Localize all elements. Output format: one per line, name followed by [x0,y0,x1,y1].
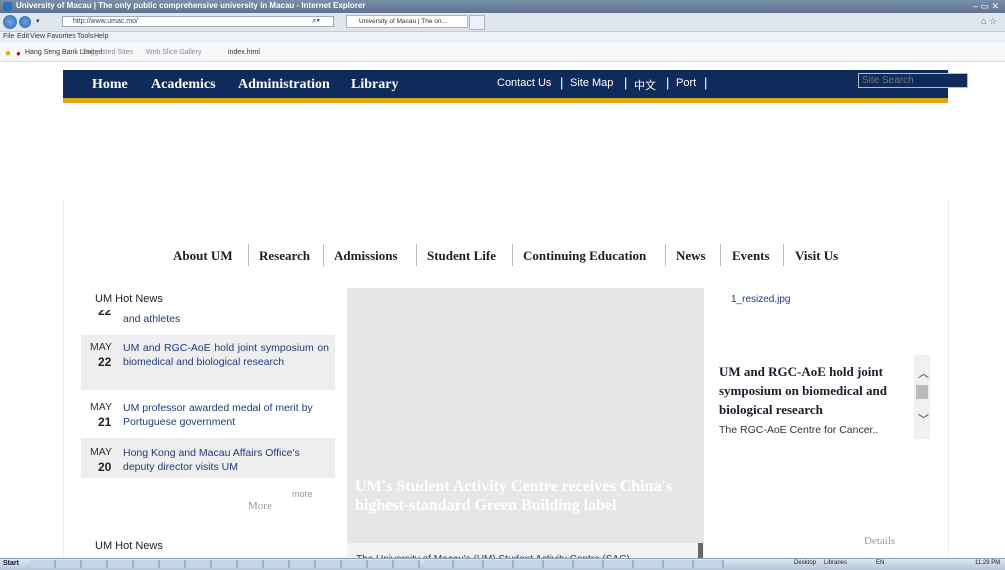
search-go-icon[interactable]: ⌕▾ [312,16,320,26]
menu-tools[interactable]: Tools [77,33,93,40]
favorites-bar: ★ ● Hang Seng Bank Limited Suggested Sit… [0,43,1005,62]
new-tab-button[interactable] [469,15,485,30]
feature-scrollbar[interactable]: ︿ ﹀ [914,355,930,439]
secnav-divider [323,244,324,266]
address-bar-row: ▾ http://www.umac.mo/ ⌕▾ University of M… [0,13,1005,32]
content-border-right [948,200,949,558]
secnav-research[interactable]: Research [259,248,310,264]
details-link[interactable]: Details [864,535,895,547]
site-search-input[interactable] [858,73,968,88]
menu-edit[interactable]: Edit [17,33,29,40]
news-heading-2: UM Hot News [95,540,163,552]
secnav-visit-us[interactable]: Visit Us [795,248,838,264]
home-star-gear-icons[interactable]: ⌂ ☆ [981,16,997,27]
separator: | [666,75,670,90]
chinese-link[interactable]: 中文 [634,77,656,93]
taskbar-buttons-2[interactable] [424,560,724,568]
separator: | [704,75,708,90]
taskbar-libraries[interactable]: Libraries [824,560,847,566]
fav-web-slice[interactable]: Web Slice Gallery [146,49,202,56]
news-month: MAY [90,341,112,353]
forward-icon[interactable] [19,16,31,28]
secnav-divider [720,244,721,266]
nav-library[interactable]: Library [351,77,398,93]
secnav-divider [783,244,784,266]
bank-icon: ● [16,49,21,58]
menu-help[interactable]: Help [94,33,108,40]
news-text[interactable]: UM professor awarded medal of merit by P… [123,401,329,429]
news-list[interactable]: 22 and athletes MAY 22 UM and RGC-AoE ho… [81,310,336,478]
menu-view[interactable]: View [30,33,45,40]
more-link[interactable]: More [248,500,272,512]
address-input[interactable]: http://www.umac.mo/ [62,16,334,27]
news-day: 22 [98,355,112,369]
secnav-events[interactable]: Events [732,248,770,264]
slideshow-image[interactable] [347,288,704,569]
news-item[interactable]: MAY 22 UM and RGC-AoE hold joint symposi… [81,335,335,390]
news-day: 20 [98,460,112,474]
menu-bar: File Edit View Favorites Tools Help [0,32,1005,43]
site-nav-bar: Home Academics Administration Library Co… [63,70,968,103]
feature-headline[interactable]: UM and RGC-AoE hold joint symposium on b… [719,362,911,419]
news-item-partial[interactable]: 22 and athletes [81,310,335,332]
scroll-up-icon[interactable]: ︿ [918,365,929,381]
favorites-star-icon[interactable]: ★ [4,48,12,59]
separator: | [560,75,564,90]
news-month: MAY [90,446,112,458]
dropdown-icon[interactable]: ▾ [36,17,40,25]
nav-home[interactable]: Home [92,77,128,93]
feature-image-link[interactable]: 1_resized.jpg [731,294,790,305]
news-day: 22 [98,310,112,318]
secnav-divider [248,244,249,266]
feature-snippet: The RGC-AoE Centre for Cancer.. [719,424,879,436]
secnav-news[interactable]: News [676,248,706,264]
separator: | [624,75,628,90]
news-item[interactable]: MAY 21 UM professor awarded medal of mer… [81,394,335,434]
back-icon[interactable] [3,15,17,29]
scroll-thumb[interactable] [916,385,928,399]
nav-administration[interactable]: Administration [238,77,330,93]
news-month: MAY [90,401,112,413]
window-title-bar: University of Macau | The only public co… [0,0,1005,13]
scroll-down-icon[interactable]: ﹀ [918,411,929,427]
start-button[interactable]: Start [3,560,19,567]
secnav-admissions[interactable]: Admissions [334,248,398,264]
window-controls[interactable]: – ▭ ✕ [973,1,999,12]
news-item[interactable]: MAY 20 Hong Kong and Macau Affairs Offic… [81,438,335,478]
menu-favorites[interactable]: Favorites [47,33,76,40]
secnav-divider [416,244,417,266]
port-link[interactable]: Port [676,77,696,89]
site-map-link[interactable]: Site Map [570,77,613,89]
slideshow-scrollbar[interactable] [698,543,703,559]
secnav-divider [512,244,513,266]
more-panel [81,478,335,520]
more-small-link[interactable]: more [292,489,313,499]
contact-us-link[interactable]: Contact Us [497,77,551,89]
ie-icon [3,2,12,11]
feature-text-box[interactable]: UM and RGC-AoE hold joint symposium on b… [719,362,911,439]
taskbar: Start Desktop Libraries EN 11:29 PM [0,558,1005,570]
slideshow-caption[interactable]: UM's Student Activity Centre receives Ch… [355,477,685,515]
news-day: 21 [98,415,112,429]
news-text[interactable]: and athletes [123,312,329,326]
secnav-continuing-education[interactable]: Continuing Education [523,248,646,264]
taskbar-buttons[interactable] [30,560,420,568]
secnav-divider [665,244,666,266]
news-heading: UM Hot News [95,293,163,305]
taskbar-desktop[interactable]: Desktop [794,560,816,566]
content-border-left [63,200,64,558]
language-indicator[interactable]: EN [876,560,884,566]
fav-index[interactable]: index.html [228,49,260,56]
fav-suggested-sites[interactable]: Suggested Sites [82,49,133,56]
news-text[interactable]: UM and RGC-AoE hold joint symposium on b… [123,341,329,369]
secnav-about-um[interactable]: About UM [173,248,233,264]
menu-file[interactable]: File [3,33,14,40]
nav-academics[interactable]: Academics [151,77,216,93]
window-title: University of Macau | The only public co… [16,1,366,10]
taskbar-clock: 11:29 PM [975,560,1001,566]
news-text[interactable]: Hong Kong and Macau Affairs Office's dep… [123,446,329,474]
browser-tab[interactable]: University of Macau | The on... [346,15,468,28]
secnav-student-life[interactable]: Student Life [427,248,496,264]
